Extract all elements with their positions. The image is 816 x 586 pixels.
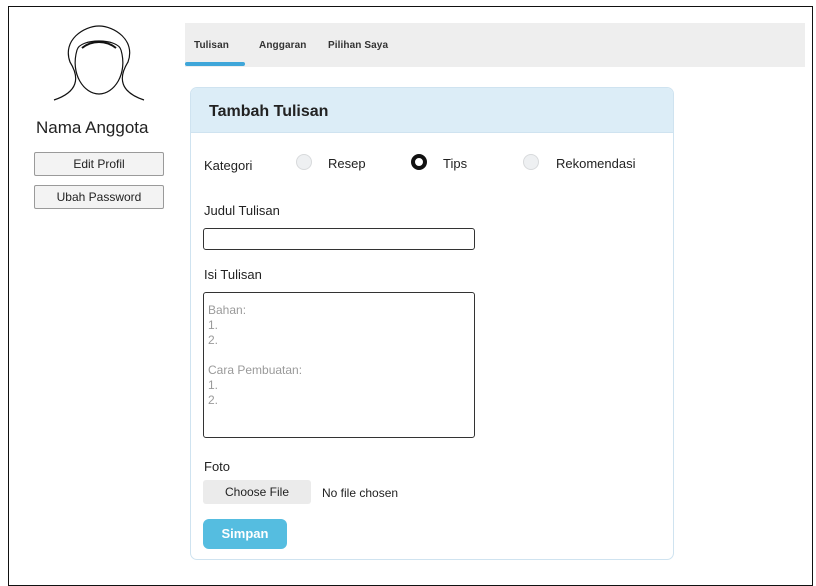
radio-tips-label: Tips <box>443 156 468 171</box>
file-status: No file chosen <box>322 486 399 500</box>
change-password-button[interactable]: Ubah Password <box>34 185 164 209</box>
tab-anggaran[interactable]: Anggaran <box>259 40 306 51</box>
radio-tips[interactable] <box>411 154 427 170</box>
save-button[interactable]: Simpan <box>203 519 287 549</box>
edit-profile-button[interactable]: Edit Profil <box>34 152 164 176</box>
radio-rekomendasi-label: Rekomendasi <box>556 156 636 171</box>
title-input[interactable] <box>203 228 475 250</box>
add-post-card: Tambah Tulisan Kategori Resep Tips Rekom… <box>190 87 674 560</box>
tab-pilihan-saya[interactable]: Pilihan Saya <box>328 40 388 51</box>
active-tab-indicator <box>185 62 245 66</box>
content-field-label: Isi Tulisan <box>204 267 262 282</box>
category-label: Kategori <box>204 158 253 173</box>
photo-label: Foto <box>204 459 231 474</box>
content-textarea[interactable]: Bahan: 1. 2. Cara Pembuatan: 1. 2. <box>203 292 475 438</box>
tab-tulisan[interactable]: Tulisan <box>194 40 229 51</box>
radio-resep-label: Resep <box>328 156 366 171</box>
radio-rekomendasi[interactable] <box>523 154 539 170</box>
avatar-icon <box>53 25 145 101</box>
card-title: Tambah Tulisan <box>209 103 329 120</box>
title-field-label: Judul Tulisan <box>204 203 280 218</box>
radio-resep[interactable] <box>296 154 312 170</box>
member-name: Nama Anggota <box>36 118 149 137</box>
tab-bar: Tulisan Anggaran Pilihan Saya <box>185 23 805 67</box>
choose-file-button[interactable]: Choose File <box>203 480 311 504</box>
card-header: Tambah Tulisan <box>191 88 673 133</box>
